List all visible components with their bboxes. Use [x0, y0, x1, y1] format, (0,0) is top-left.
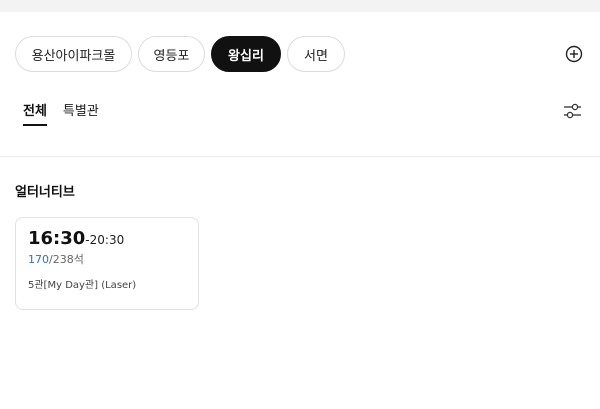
filter-sliders-icon[interactable] [563, 103, 582, 119]
section-divider [0, 156, 600, 157]
tab-special-hall[interactable]: 특별관 [63, 100, 99, 126]
end-time: -20:30 [85, 233, 125, 247]
section-title: 얼터너티브 [15, 185, 75, 200]
tab-all[interactable]: 전체 [23, 100, 47, 126]
plus-circle-icon[interactable] [565, 45, 583, 63]
tab-bar: 전체 특별관 [23, 100, 99, 126]
seats-total: /238석 [49, 253, 84, 266]
showtime-card[interactable]: 16:30-20:30 170/238석 5관[My Day관] (Laser) [15, 217, 199, 310]
showtime-time-row: 16:30-20:30 [28, 228, 124, 249]
hall-name: 5관[My Day관] (Laser) [28, 280, 137, 291]
top-strip [0, 0, 600, 12]
theater-chip-yeongdeungpo[interactable]: 영등포 [138, 36, 205, 72]
start-time: 16:30 [28, 228, 86, 249]
theater-chip-yongsan[interactable]: 용산아이파크몰 [15, 36, 132, 72]
seats-remaining: 170 [28, 253, 49, 266]
seats-info: 170/238석 [28, 251, 84, 267]
theater-chip-wangsimni-selected[interactable]: 왕십리 [211, 36, 281, 72]
theater-chip-list: 용산아이파크몰 영등포 왕십리 서면 [15, 36, 345, 72]
theater-chip-seomyeon[interactable]: 서면 [287, 36, 345, 72]
